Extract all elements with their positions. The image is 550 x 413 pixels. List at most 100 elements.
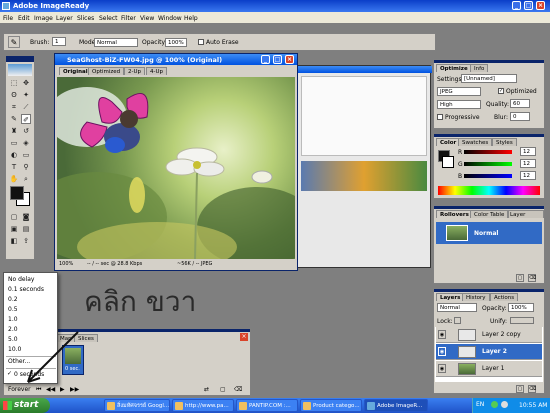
rollover-delete-icon[interactable]: ⌫ — [528, 274, 536, 282]
lock-icon[interactable] — [454, 317, 461, 324]
screen-mode-icon[interactable]: ▣ — [9, 224, 19, 234]
optimized-checkbox[interactable]: ✓ — [498, 88, 504, 94]
start-button[interactable]: start — [0, 398, 50, 413]
close-button[interactable]: × — [536, 1, 545, 10]
delay-option-0-2[interactable]: 0.2 — [8, 296, 18, 303]
dodge-tool-icon[interactable]: ◐ — [9, 150, 19, 160]
menu-layer[interactable]: Layer — [56, 15, 73, 22]
tab-color[interactable]: Color — [436, 138, 461, 146]
menu-select[interactable]: Select — [99, 15, 118, 22]
settings-select[interactable]: [Unnamed] — [461, 74, 517, 83]
crop-tool-icon[interactable]: ⌗ — [9, 102, 19, 112]
color-spectrum-bar[interactable] — [438, 186, 540, 195]
tab-optimized[interactable]: Optimized — [88, 67, 125, 75]
screen-full-icon[interactable]: ▤ — [21, 224, 31, 234]
new-frame-icon[interactable]: ▢ — [220, 385, 226, 395]
menu-edit[interactable]: Edit — [18, 15, 30, 22]
tab-swatches[interactable]: Swatches — [458, 138, 493, 146]
layer-blend-select[interactable]: Normal — [437, 303, 477, 312]
r-field[interactable]: 12 — [520, 147, 536, 156]
menu-slices[interactable]: Slices — [77, 15, 94, 22]
menu-help[interactable]: Help — [184, 15, 198, 22]
menu-window[interactable]: Window — [158, 15, 182, 22]
delete-frame-icon[interactable]: ⌫ — [234, 385, 242, 395]
menu-image[interactable]: Image — [34, 15, 53, 22]
tween-icon[interactable]: ⇄ — [204, 385, 209, 395]
taskbar-item-active[interactable]: Adobe ImageR... — [364, 399, 428, 412]
document-close-button[interactable]: × — [285, 55, 294, 64]
taskbar-item[interactable]: PANTIP.COM :... — [236, 399, 298, 412]
layer-row[interactable]: ◉ Layer 1 — [436, 361, 542, 377]
layer-visibility-icon[interactable]: ◉ — [438, 347, 446, 356]
menu-view[interactable]: View — [140, 15, 154, 22]
brush-size-field[interactable]: 1 — [52, 37, 66, 46]
tab-rollovers[interactable]: Rollovers — [436, 210, 473, 218]
eraser-tool-icon[interactable]: ▭ — [9, 138, 19, 148]
pencil-tool-icon[interactable]: ✐ — [21, 114, 31, 124]
minimize-button[interactable]: _ — [512, 1, 521, 10]
delay-option-0-5[interactable]: 0.5 — [8, 306, 18, 313]
quality-field[interactable]: 60 — [510, 99, 530, 108]
rollover-new-icon[interactable]: ▢ — [516, 274, 524, 282]
b-slider[interactable] — [464, 174, 512, 178]
document-minimize-button[interactable]: _ — [261, 55, 270, 64]
tab-info[interactable]: Info — [470, 64, 489, 72]
eyedropper-tool-icon[interactable]: ⚲ — [21, 162, 31, 172]
tab-layers[interactable]: Layers — [436, 293, 465, 301]
quality-level-select[interactable]: High — [437, 100, 481, 109]
slice-tool-icon[interactable]: ⟋ — [21, 102, 31, 112]
delay-option-1-0[interactable]: 1.0 — [8, 316, 18, 323]
r-slider[interactable] — [464, 150, 512, 154]
progressive-checkbox[interactable] — [437, 114, 443, 120]
lasso-tool-icon[interactable]: ʘ — [9, 90, 19, 100]
tab-styles[interactable]: Styles — [492, 138, 517, 146]
preview-icon[interactable]: ◧ — [9, 236, 19, 246]
layer-opacity-field[interactable]: 100% — [508, 303, 534, 312]
marquee-tool-icon[interactable]: ⬚ — [9, 78, 19, 88]
maximize-button[interactable]: □ — [524, 1, 533, 10]
tab-original[interactable]: Original — [59, 67, 92, 75]
menu-filter[interactable]: Filter — [121, 15, 136, 22]
jump-to-icon[interactable]: ⇪ — [21, 236, 31, 246]
zoom-level[interactable]: 100% — [59, 260, 73, 269]
layer-row[interactable]: ◉ Layer 2 copy — [436, 327, 542, 343]
tray-icon[interactable] — [501, 401, 508, 408]
foreground-color-swatch[interactable] — [10, 186, 24, 200]
taskbar-item[interactable]: http://www.pa... — [172, 399, 234, 412]
rollover-state-row[interactable]: Normal — [436, 222, 542, 244]
brush-tool-icon[interactable]: ✎ — [8, 36, 20, 48]
layer-visibility-icon[interactable]: ◉ — [438, 330, 446, 339]
format-select[interactable]: JPEG — [437, 87, 481, 96]
layer-delete-icon[interactable]: ⌫ — [528, 385, 536, 393]
color-background-swatch[interactable] — [442, 156, 454, 168]
delay-option-no-delay[interactable]: No delay — [8, 276, 34, 283]
g-slider[interactable] — [464, 162, 512, 166]
tab-4up[interactable]: 4-Up — [146, 67, 168, 75]
tab-actions[interactable]: Actions — [490, 293, 519, 301]
brush-tool-icon[interactable]: ✎ — [9, 114, 19, 124]
zoom-tool-icon[interactable]: ⌕ — [21, 174, 31, 184]
taskbar-item[interactable]: สิ่งมหัศจรรย์ Googl... — [104, 399, 170, 412]
opacity-field[interactable]: 100% — [165, 38, 187, 47]
mode-select[interactable]: Normal — [94, 38, 138, 47]
type-tool-icon[interactable]: T — [9, 162, 19, 172]
tray-icon[interactable] — [491, 401, 498, 408]
bucket-tool-icon[interactable]: ◈ — [21, 138, 31, 148]
layer-row[interactable]: ◉ Layer 2 — [436, 344, 542, 360]
tab-history[interactable]: History — [462, 293, 490, 301]
mode-standard-icon[interactable]: ▢ — [9, 212, 19, 222]
auto-erase-checkbox[interactable] — [198, 39, 204, 45]
taskbar-item[interactable]: Product catego... — [300, 399, 362, 412]
stamp-tool-icon[interactable]: ♜ — [9, 126, 19, 136]
history-brush-icon[interactable]: ↺ — [21, 126, 31, 136]
shape-tool-icon[interactable]: ▭ — [21, 150, 31, 160]
tab-color-table[interactable]: Color Table — [470, 210, 509, 218]
image-canvas[interactable] — [57, 77, 295, 259]
b-field[interactable]: 12 — [520, 171, 536, 180]
layer-new-icon[interactable]: ▢ — [516, 385, 524, 393]
tab-2up[interactable]: 2-Up — [124, 67, 146, 75]
move-tool-icon[interactable]: ✥ — [21, 78, 31, 88]
hand-tool-icon[interactable]: ✋ — [9, 174, 19, 184]
animation-close-icon[interactable]: × — [240, 333, 248, 341]
mode-quickmask-icon[interactable]: ◙ — [21, 212, 31, 222]
